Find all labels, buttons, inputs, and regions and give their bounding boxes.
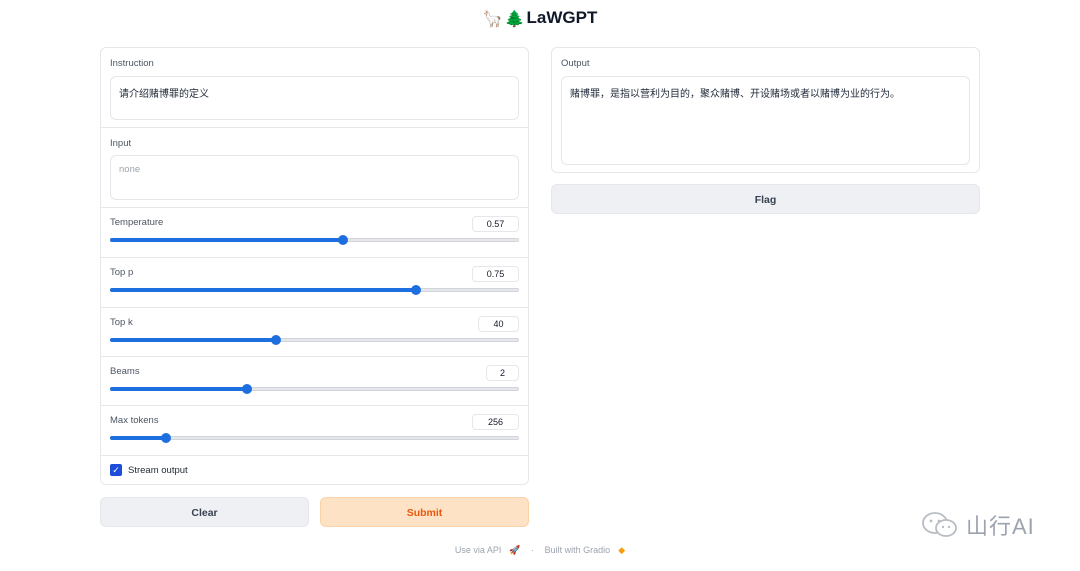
llama-icon: 🦙 bbox=[482, 8, 503, 28]
slider-label: Top k bbox=[110, 317, 133, 328]
slider-fill bbox=[110, 238, 342, 242]
top-k-number-input[interactable]: 40 bbox=[478, 316, 519, 332]
top-p-number-input[interactable]: 0.75 bbox=[472, 266, 519, 282]
stream-output-checkbox[interactable]: ✓ bbox=[110, 464, 122, 476]
slider-top-p: Top p 0.75 bbox=[101, 258, 528, 308]
input-placeholder: none bbox=[119, 164, 141, 175]
output-label: Output bbox=[561, 58, 590, 69]
slider-label: Max tokens bbox=[110, 415, 159, 426]
instruction-block: Instruction 请介绍赌博罪的定义 bbox=[101, 48, 528, 128]
beams-slider[interactable] bbox=[110, 384, 519, 394]
rocket-icon: 🚀 bbox=[509, 545, 521, 555]
input-panel: Instruction 请介绍赌博罪的定义 Input none Tempera… bbox=[100, 47, 529, 485]
slider-thumb[interactable] bbox=[411, 285, 422, 295]
slider-temperature: Temperature 0.57 bbox=[101, 208, 528, 258]
footer-separator: · bbox=[531, 545, 535, 555]
top-p-slider[interactable] bbox=[110, 285, 519, 295]
top-k-slider[interactable] bbox=[110, 335, 519, 345]
flag-button[interactable]: Flag bbox=[551, 184, 980, 214]
instruction-label: Instruction bbox=[110, 58, 154, 69]
stream-output-row[interactable]: ✓ Stream output bbox=[110, 464, 188, 476]
slider-thumb[interactable] bbox=[242, 384, 253, 394]
submit-button[interactable]: Submit bbox=[320, 497, 529, 527]
slider-label: Temperature bbox=[110, 217, 164, 228]
app-title-text: LaWGPT bbox=[526, 8, 598, 27]
app-title: 🦙 🌲 LaWGPT bbox=[0, 6, 1080, 30]
output-panel: Output 赌博罪，是指以营利为目的，聚众赌博、开设赌场或者以赌博为业的行为。 bbox=[551, 47, 980, 173]
slider-fill bbox=[110, 288, 416, 292]
max-tokens-number-input[interactable]: 256 bbox=[472, 414, 519, 430]
input-label: Input bbox=[110, 138, 132, 149]
slider-fill bbox=[110, 338, 275, 342]
tree-icon: 🌲 bbox=[504, 8, 525, 28]
max-tokens-slider[interactable] bbox=[110, 433, 519, 443]
slider-top-k: Top k 40 bbox=[101, 308, 528, 357]
clear-button[interactable]: Clear bbox=[100, 497, 309, 527]
slider-thumb[interactable] bbox=[160, 433, 171, 443]
slider-thumb[interactable] bbox=[270, 335, 281, 345]
slider-max-tokens: Max tokens 256 bbox=[101, 406, 528, 456]
wechat-icon bbox=[922, 512, 957, 537]
gradio-logo-icon: ◆ bbox=[618, 545, 626, 555]
use-via-api-link[interactable]: Use via API bbox=[455, 545, 502, 555]
slider-label: Top p bbox=[110, 267, 134, 278]
output-textarea[interactable]: 赌博罪，是指以营利为目的，聚众赌博、开设赌场或者以赌博为业的行为。 bbox=[561, 76, 970, 165]
watermark-text: 山行AI bbox=[966, 514, 1035, 539]
slider-fill bbox=[110, 387, 247, 391]
temperature-number-input[interactable]: 0.57 bbox=[472, 216, 519, 232]
watermark: 山行AI bbox=[920, 508, 1035, 542]
stream-output-label: Stream output bbox=[128, 464, 188, 476]
slider-beams: Beams 2 bbox=[101, 357, 528, 406]
built-with-gradio-link[interactable]: Built with Gradio bbox=[545, 545, 611, 555]
slider-thumb[interactable] bbox=[337, 235, 348, 245]
instruction-textarea[interactable]: 请介绍赌博罪的定义 bbox=[110, 76, 519, 120]
slider-fill bbox=[110, 436, 165, 440]
beams-number-input[interactable]: 2 bbox=[486, 365, 519, 381]
temperature-slider[interactable] bbox=[110, 235, 519, 245]
input-textarea[interactable]: none bbox=[110, 155, 519, 200]
slider-label: Beams bbox=[110, 366, 140, 377]
input-block: Input none bbox=[101, 128, 528, 208]
footer: Use via API 🚀 · Built with Gradio ◆ bbox=[0, 545, 1080, 556]
